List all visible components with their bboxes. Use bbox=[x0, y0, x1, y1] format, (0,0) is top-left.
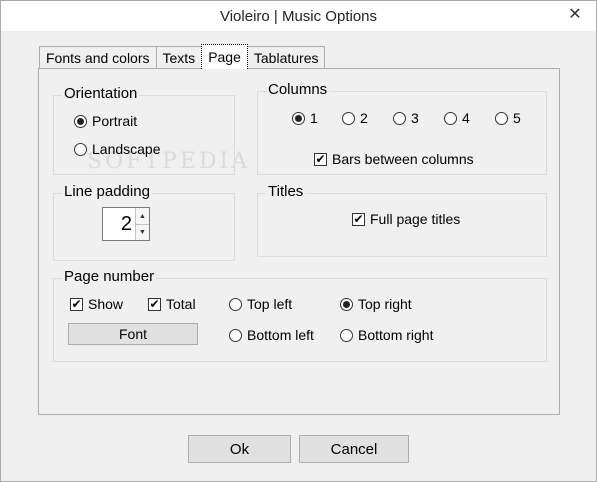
bottom-right-radio[interactable] bbox=[340, 328, 353, 342]
landscape-radio[interactable] bbox=[74, 142, 87, 156]
page-number-show-option[interactable]: ✔ Show bbox=[70, 296, 123, 312]
columns-3-label: 3 bbox=[411, 110, 419, 126]
bottom-right-label: Bottom right bbox=[358, 327, 434, 343]
columns-1-label: 1 bbox=[310, 110, 318, 126]
columns-2-label: 2 bbox=[360, 110, 368, 126]
portrait-radio[interactable] bbox=[74, 114, 87, 128]
bars-between-columns-label: Bars between columns bbox=[332, 151, 474, 167]
top-left-label: Top left bbox=[247, 296, 293, 312]
columns-2-option[interactable]: 2 bbox=[342, 110, 368, 126]
landscape-label: Landscape bbox=[92, 141, 161, 157]
columns-5-option[interactable]: 5 bbox=[495, 110, 521, 126]
orientation-title: Orientation bbox=[62, 85, 140, 102]
bottom-left-label: Bottom left bbox=[247, 327, 314, 343]
orientation-group: Orientation Portrait Landscape bbox=[53, 85, 235, 175]
tab-tablatures[interactable]: Tablatures bbox=[246, 46, 326, 69]
titles-group: Titles ✔ Full page titles bbox=[257, 183, 547, 257]
bars-between-columns-checkbox[interactable]: ✔ bbox=[314, 152, 327, 166]
page-number-group: Page number ✔ Show ✔ Total Font Top left… bbox=[53, 268, 547, 362]
page-number-show-checkbox[interactable]: ✔ bbox=[70, 297, 83, 311]
page-number-total-option[interactable]: ✔ Total bbox=[148, 296, 196, 312]
ok-button[interactable]: Ok bbox=[188, 435, 291, 463]
columns-5-label: 5 bbox=[513, 110, 521, 126]
position-top-right-option[interactable]: Top right bbox=[340, 296, 412, 312]
bars-between-columns-option[interactable]: ✔ Bars between columns bbox=[314, 151, 474, 167]
title-bar: Violeiro | Music Options ✕ bbox=[1, 1, 596, 31]
spinner-arrows: ▲ ▼ bbox=[135, 208, 149, 240]
line-padding-value[interactable]: 2 bbox=[103, 208, 135, 240]
columns-1-option[interactable]: 1 bbox=[292, 110, 318, 126]
page-number-show-label: Show bbox=[88, 296, 124, 312]
portrait-label: Portrait bbox=[92, 113, 138, 129]
page-number-total-checkbox[interactable]: ✔ bbox=[148, 297, 161, 311]
options-dialog: Violeiro | Music Options ✕ Fonts and col… bbox=[0, 0, 597, 482]
columns-5-radio[interactable] bbox=[495, 111, 508, 125]
columns-4-label: 4 bbox=[462, 110, 470, 126]
columns-4-option[interactable]: 4 bbox=[444, 110, 470, 126]
full-page-titles-option[interactable]: ✔ Full page titles bbox=[352, 211, 460, 227]
columns-3-option[interactable]: 3 bbox=[393, 110, 419, 126]
spin-up-icon[interactable]: ▲ bbox=[136, 208, 149, 224]
close-icon[interactable]: ✕ bbox=[560, 3, 590, 25]
page-number-title: Page number bbox=[62, 268, 157, 285]
line-padding-group: Line padding 2 ▲ ▼ bbox=[53, 183, 235, 261]
top-left-radio[interactable] bbox=[229, 297, 242, 311]
full-page-titles-checkbox[interactable]: ✔ bbox=[352, 212, 365, 226]
position-bottom-right-option[interactable]: Bottom right bbox=[340, 327, 433, 343]
columns-1-radio[interactable] bbox=[292, 111, 305, 125]
font-button[interactable]: Font bbox=[68, 323, 198, 345]
orientation-landscape-option[interactable]: Landscape bbox=[74, 141, 161, 157]
top-right-radio[interactable] bbox=[340, 297, 353, 311]
window-title: Violeiro | Music Options bbox=[219, 7, 378, 25]
columns-3-radio[interactable] bbox=[393, 111, 406, 125]
tab-page[interactable]: Page bbox=[201, 44, 248, 69]
columns-group: Columns 1 2 3 4 5 ✔ Bars between columns bbox=[257, 81, 547, 175]
position-bottom-left-option[interactable]: Bottom left bbox=[229, 327, 314, 343]
spin-down-icon[interactable]: ▼ bbox=[136, 224, 149, 240]
tab-strip: Fonts and colors Texts Page Tablatures bbox=[39, 44, 326, 69]
page-tab-panel: SOFTPEDIA Orientation Portrait Landscape… bbox=[38, 68, 560, 415]
orientation-portrait-option[interactable]: Portrait bbox=[74, 113, 137, 129]
tab-fonts-and-colors[interactable]: Fonts and colors bbox=[39, 46, 157, 69]
columns-title: Columns bbox=[266, 81, 330, 98]
columns-2-radio[interactable] bbox=[342, 111, 355, 125]
cancel-button[interactable]: Cancel bbox=[299, 435, 409, 463]
tab-texts[interactable]: Texts bbox=[155, 46, 203, 69]
titles-title: Titles bbox=[266, 183, 306, 200]
line-padding-spinner[interactable]: 2 ▲ ▼ bbox=[102, 207, 150, 241]
columns-4-radio[interactable] bbox=[444, 111, 457, 125]
position-top-left-option[interactable]: Top left bbox=[229, 296, 292, 312]
line-padding-title: Line padding bbox=[62, 183, 152, 200]
bottom-left-radio[interactable] bbox=[229, 328, 242, 342]
top-right-label: Top right bbox=[358, 296, 412, 312]
page-number-total-label: Total bbox=[166, 296, 196, 312]
full-page-titles-label: Full page titles bbox=[370, 211, 461, 227]
